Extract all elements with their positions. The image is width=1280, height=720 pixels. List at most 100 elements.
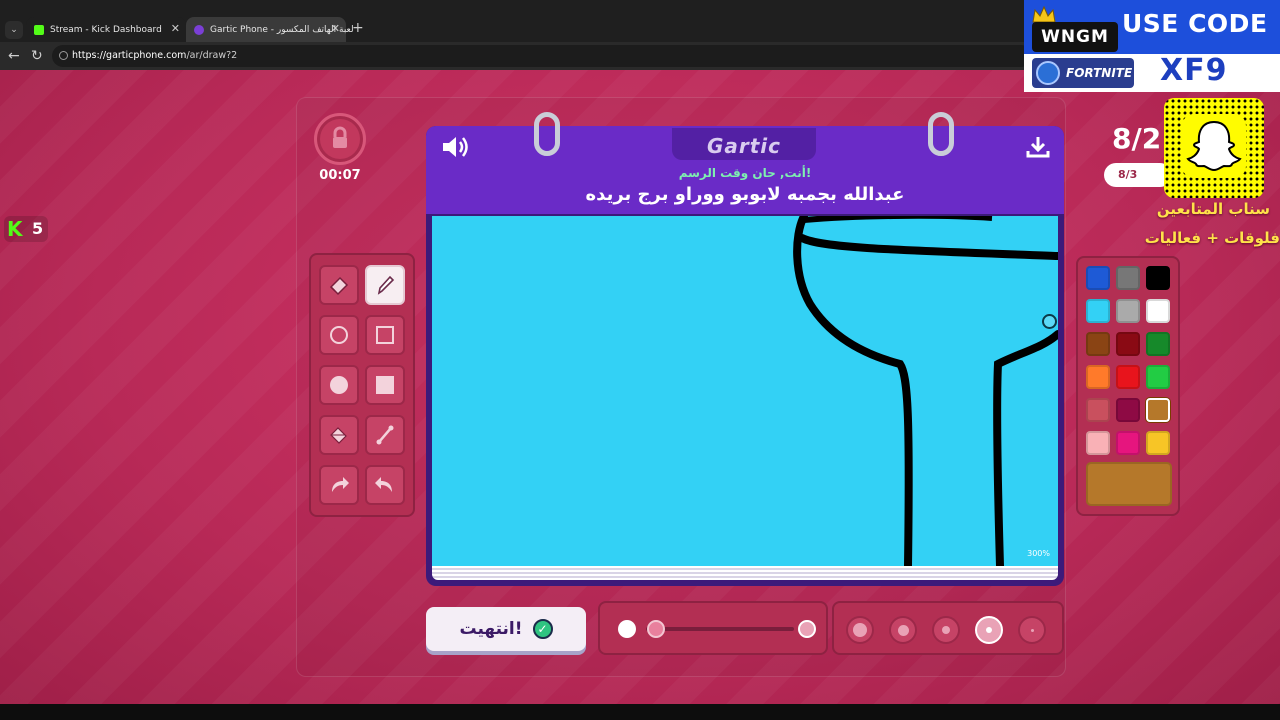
sound-icon[interactable] [440, 134, 470, 160]
done-button[interactable]: انتهيت! ✓ [426, 607, 586, 651]
close-icon[interactable]: ✕ [331, 22, 340, 35]
use-code-label: USE CODE [1122, 9, 1268, 38]
gartic-logo: Gartic [706, 134, 782, 158]
eraser-tool[interactable] [319, 265, 359, 305]
color-swatch[interactable] [1146, 365, 1170, 389]
rocket-league-icon [1036, 61, 1060, 85]
wngm-logo: WNGM [1032, 22, 1118, 52]
circle-filled-icon [330, 376, 348, 394]
color-swatch[interactable] [1146, 299, 1170, 323]
site-info-icon[interactable] [59, 51, 68, 60]
fill-bucket-icon [330, 427, 347, 444]
brush-size-option[interactable] [932, 616, 960, 644]
color-swatch[interactable] [1086, 431, 1110, 455]
fortnite-badge: FORTNITE [1032, 58, 1134, 88]
brush-cursor [1042, 314, 1057, 329]
pencil-icon [377, 275, 395, 295]
color-swatch[interactable] [1116, 365, 1140, 389]
brush-size-option-selected[interactable] [975, 616, 1003, 644]
tab-title: Stream - Kick Dashboard [50, 24, 162, 35]
color-swatch[interactable] [1146, 431, 1170, 455]
opacity-control [598, 601, 828, 655]
download-icon[interactable] [1025, 134, 1051, 160]
color-swatch[interactable] [1086, 365, 1110, 389]
circle-filled-tool[interactable] [319, 365, 359, 405]
url-field[interactable]: https://garticphone.com/ar/draw?2 [52, 45, 1032, 67]
kick-icon [34, 24, 44, 35]
eraser-icon [329, 276, 349, 296]
back-icon[interactable]: ← [8, 47, 20, 65]
drawing-canvas[interactable]: 300% [432, 216, 1058, 566]
snapchat-ghost-icon [1186, 120, 1242, 172]
color-swatch[interactable] [1116, 398, 1140, 422]
lock-icon [333, 126, 347, 148]
url-host: https://garticphone.com [72, 50, 187, 61]
gartic-phone-icon [194, 24, 204, 35]
zoom-level: 300% [1027, 549, 1050, 558]
sketchbook: Gartic أنت, حان وقت الرسم! عبدالله بجمبه… [426, 112, 1064, 586]
viewer-count: 5 [32, 219, 44, 238]
color-swatch-selected[interactable] [1146, 398, 1170, 422]
drawing-strokes [793, 216, 1058, 566]
snap-text-vlogs: فلوقات + فعاليات [1144, 229, 1280, 247]
square-outline-icon [376, 326, 394, 344]
line-icon [376, 425, 394, 445]
color-swatch[interactable] [1086, 299, 1110, 323]
sponsor-overlay: WNGM USE CODE FORTNITE XF9 [1024, 0, 1280, 92]
snap-text-followers: سناب المتابعين [1156, 200, 1270, 218]
snapcode [1164, 98, 1264, 198]
color-swatch[interactable] [1146, 332, 1170, 356]
square-outline-tool[interactable] [365, 315, 405, 355]
pencil-tool[interactable] [365, 265, 405, 305]
color-swatch[interactable] [1116, 332, 1140, 356]
check-icon: ✓ [532, 619, 553, 639]
square-filled-icon [376, 376, 394, 394]
opacity-slider-track[interactable] [646, 627, 794, 631]
done-label: انتهيت! [459, 619, 523, 639]
close-icon[interactable]: ✕ [171, 22, 180, 35]
lock-button[interactable] [314, 113, 366, 165]
brush-size-option[interactable] [889, 616, 917, 644]
timer: 00:07 [319, 168, 361, 183]
new-tab-button[interactable]: + [352, 20, 364, 36]
color-swatch[interactable] [1086, 398, 1110, 422]
prompt-text: عبدالله بجمبه لابوبو ووراو برج بريده [585, 184, 905, 205]
brush-size-control [832, 601, 1064, 655]
kick-logo-icon: K [7, 217, 23, 241]
color-swatch[interactable] [1086, 332, 1110, 356]
undo-tool[interactable] [319, 465, 359, 505]
toolbox [309, 253, 415, 517]
tab-kick-dashboard[interactable]: Stream - Kick Dashboard ✕ [26, 17, 186, 42]
reload-icon[interactable]: ↻ [31, 47, 43, 65]
color-swatch[interactable] [1146, 266, 1170, 290]
square-filled-tool[interactable] [365, 365, 405, 405]
fortnite-label: FORTNITE [1066, 66, 1133, 80]
bottom-strip [0, 704, 1280, 720]
line-tool[interactable] [365, 415, 405, 455]
binder-ring-left [534, 112, 560, 156]
color-swatch[interactable] [1086, 266, 1110, 290]
opacity-slider-handle[interactable] [647, 620, 665, 638]
color-palette [1076, 256, 1180, 516]
current-color-preview [1086, 462, 1172, 506]
color-swatch[interactable] [1116, 431, 1140, 455]
tab-search-button[interactable]: ⌄ [5, 21, 23, 39]
prompt-header: أنت, حان وقت الرسم! [678, 166, 812, 180]
circle-outline-tool[interactable] [319, 315, 359, 355]
sketchbook-header: Gartic أنت, حان وقت الرسم! عبدالله بجمبه… [426, 112, 1064, 214]
opacity-max-icon [798, 620, 816, 638]
tab-gartic-phone[interactable]: Gartic Phone - لعبة الهاتف المكسور ✕ [186, 17, 354, 42]
opacity-min-icon [618, 620, 636, 638]
sketchbook-pages [432, 566, 1058, 580]
fill-bucket-tool[interactable] [319, 415, 359, 455]
url-path: /ar/draw?2 [186, 50, 238, 61]
kick-viewer-count: K 5 [4, 216, 48, 242]
color-swatch[interactable] [1116, 299, 1140, 323]
brush-size-option[interactable] [1018, 616, 1046, 644]
circle-outline-icon [330, 326, 348, 344]
undo-icon [332, 477, 349, 492]
color-swatch[interactable] [1116, 266, 1140, 290]
redo-tool[interactable] [365, 465, 405, 505]
binder-ring-right [928, 112, 954, 156]
brush-size-option[interactable] [846, 616, 874, 644]
